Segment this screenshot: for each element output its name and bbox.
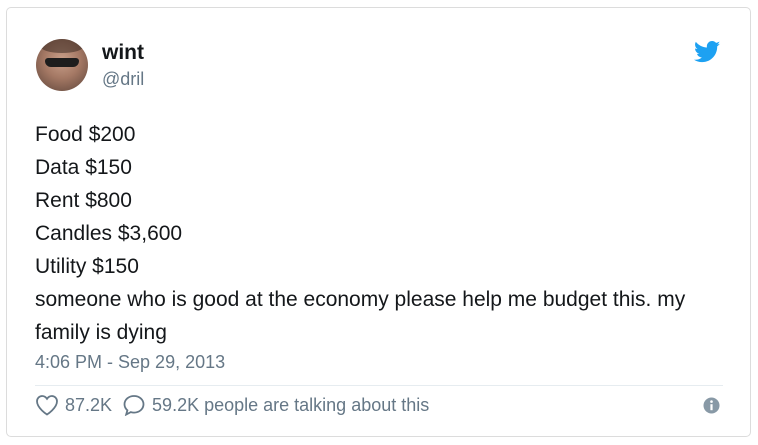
- avatar-hair: [40, 39, 84, 53]
- divider: [35, 385, 723, 386]
- tweet-line: Food $200: [35, 123, 136, 146]
- tweet-line: someone who is good at the economy pleas…: [35, 288, 686, 344]
- tweet-line: Data $150: [35, 156, 132, 179]
- tweet-card[interactable]: wint @dril Food $200 Data $150 Rent $800…: [6, 7, 751, 437]
- tweet-timestamp[interactable]: 4:06 PM - Sep 29, 2013: [35, 351, 225, 373]
- like-button[interactable]: 87.2K: [35, 394, 112, 416]
- avatar[interactable]: [36, 39, 88, 91]
- info-icon[interactable]: [703, 397, 720, 414]
- like-count: 87.2K: [65, 394, 113, 415]
- tweet-line: Rent $800: [35, 189, 132, 212]
- engagement-bar: 87.2K 59.2K people are talking about thi…: [35, 393, 439, 417]
- speech-bubble-icon: [123, 395, 145, 416]
- twitter-bird-icon[interactable]: [694, 41, 721, 63]
- user-handle[interactable]: @dril: [102, 68, 144, 90]
- heart-icon: [36, 395, 58, 416]
- talking-count: 59.2K people are talking about this: [152, 394, 430, 415]
- tweet-line: Candles $3,600: [35, 222, 183, 245]
- avatar-sunglasses: [45, 58, 79, 67]
- tweet-line: Utility $150: [35, 255, 139, 278]
- tweet-text: Food $200 Data $150 Rent $800 Candles $3…: [35, 118, 725, 349]
- display-name[interactable]: wint: [102, 41, 144, 65]
- talking-button[interactable]: 59.2K people are talking about this: [122, 394, 429, 416]
